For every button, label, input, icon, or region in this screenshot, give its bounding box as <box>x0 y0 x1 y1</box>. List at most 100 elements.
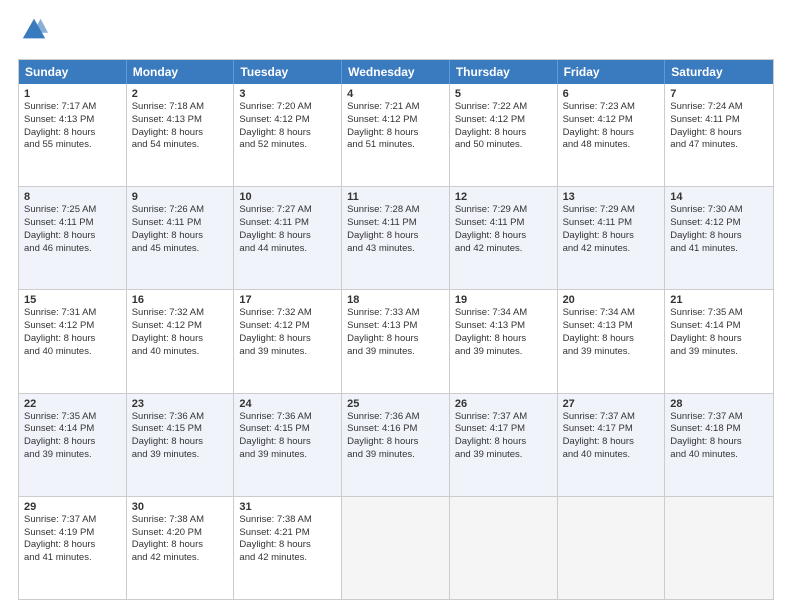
header-cell-sunday: Sunday <box>19 60 127 84</box>
header-cell-thursday: Thursday <box>450 60 558 84</box>
day-info: Sunrise: 7:24 AMSunset: 4:11 PMDaylight:… <box>670 101 768 152</box>
day-info: Sunrise: 7:17 AMSunset: 4:13 PMDaylight:… <box>24 101 121 152</box>
day-info: Sunrise: 7:28 AMSunset: 4:11 PMDaylight:… <box>347 204 444 255</box>
day-info: Sunrise: 7:36 AMSunset: 4:15 PMDaylight:… <box>239 411 336 462</box>
day-number: 7 <box>670 88 768 100</box>
cal-cell-day-29: 29Sunrise: 7:37 AMSunset: 4:19 PMDayligh… <box>19 497 127 599</box>
day-info: Sunrise: 7:18 AMSunset: 4:13 PMDaylight:… <box>132 101 229 152</box>
header-cell-saturday: Saturday <box>665 60 773 84</box>
cal-cell-day-26: 26Sunrise: 7:37 AMSunset: 4:17 PMDayligh… <box>450 394 558 496</box>
cal-cell-day-6: 6Sunrise: 7:23 AMSunset: 4:12 PMDaylight… <box>558 84 666 186</box>
cal-cell-empty <box>450 497 558 599</box>
day-number: 26 <box>455 398 552 410</box>
cal-row-1: 1Sunrise: 7:17 AMSunset: 4:13 PMDaylight… <box>19 84 773 186</box>
cal-cell-day-25: 25Sunrise: 7:36 AMSunset: 4:16 PMDayligh… <box>342 394 450 496</box>
day-info: Sunrise: 7:33 AMSunset: 4:13 PMDaylight:… <box>347 307 444 358</box>
cal-cell-day-10: 10Sunrise: 7:27 AMSunset: 4:11 PMDayligh… <box>234 187 342 289</box>
cal-cell-day-9: 9Sunrise: 7:26 AMSunset: 4:11 PMDaylight… <box>127 187 235 289</box>
day-number: 23 <box>132 398 229 410</box>
day-number: 25 <box>347 398 444 410</box>
day-info: Sunrise: 7:38 AMSunset: 4:20 PMDaylight:… <box>132 514 229 565</box>
day-number: 9 <box>132 191 229 203</box>
header-cell-wednesday: Wednesday <box>342 60 450 84</box>
logo <box>18 16 52 49</box>
day-info: Sunrise: 7:38 AMSunset: 4:21 PMDaylight:… <box>239 514 336 565</box>
header-cell-tuesday: Tuesday <box>234 60 342 84</box>
page: SundayMondayTuesdayWednesdayThursdayFrid… <box>0 0 792 612</box>
cal-cell-day-24: 24Sunrise: 7:36 AMSunset: 4:15 PMDayligh… <box>234 394 342 496</box>
cal-cell-day-1: 1Sunrise: 7:17 AMSunset: 4:13 PMDaylight… <box>19 84 127 186</box>
cal-cell-day-15: 15Sunrise: 7:31 AMSunset: 4:12 PMDayligh… <box>19 290 127 392</box>
cal-cell-empty <box>558 497 666 599</box>
day-number: 11 <box>347 191 444 203</box>
calendar-body: 1Sunrise: 7:17 AMSunset: 4:13 PMDaylight… <box>19 84 773 599</box>
cal-cell-day-16: 16Sunrise: 7:32 AMSunset: 4:12 PMDayligh… <box>127 290 235 392</box>
cal-row-2: 8Sunrise: 7:25 AMSunset: 4:11 PMDaylight… <box>19 186 773 289</box>
day-info: Sunrise: 7:31 AMSunset: 4:12 PMDaylight:… <box>24 307 121 358</box>
day-number: 12 <box>455 191 552 203</box>
cal-cell-day-19: 19Sunrise: 7:34 AMSunset: 4:13 PMDayligh… <box>450 290 558 392</box>
day-number: 30 <box>132 501 229 513</box>
day-number: 13 <box>563 191 660 203</box>
cal-cell-day-12: 12Sunrise: 7:29 AMSunset: 4:11 PMDayligh… <box>450 187 558 289</box>
logo-icon <box>20 16 48 44</box>
day-info: Sunrise: 7:32 AMSunset: 4:12 PMDaylight:… <box>239 307 336 358</box>
calendar-header: SundayMondayTuesdayWednesdayThursdayFrid… <box>19 60 773 84</box>
day-number: 1 <box>24 88 121 100</box>
day-info: Sunrise: 7:35 AMSunset: 4:14 PMDaylight:… <box>670 307 768 358</box>
day-info: Sunrise: 7:29 AMSunset: 4:11 PMDaylight:… <box>563 204 660 255</box>
day-info: Sunrise: 7:20 AMSunset: 4:12 PMDaylight:… <box>239 101 336 152</box>
day-number: 28 <box>670 398 768 410</box>
day-info: Sunrise: 7:34 AMSunset: 4:13 PMDaylight:… <box>563 307 660 358</box>
cal-cell-empty <box>342 497 450 599</box>
day-number: 18 <box>347 294 444 306</box>
day-number: 29 <box>24 501 121 513</box>
day-number: 6 <box>563 88 660 100</box>
day-number: 10 <box>239 191 336 203</box>
day-info: Sunrise: 7:21 AMSunset: 4:12 PMDaylight:… <box>347 101 444 152</box>
day-number: 20 <box>563 294 660 306</box>
cal-cell-day-31: 31Sunrise: 7:38 AMSunset: 4:21 PMDayligh… <box>234 497 342 599</box>
day-number: 16 <box>132 294 229 306</box>
day-info: Sunrise: 7:34 AMSunset: 4:13 PMDaylight:… <box>455 307 552 358</box>
cal-cell-day-23: 23Sunrise: 7:36 AMSunset: 4:15 PMDayligh… <box>127 394 235 496</box>
cal-cell-day-18: 18Sunrise: 7:33 AMSunset: 4:13 PMDayligh… <box>342 290 450 392</box>
cal-cell-day-5: 5Sunrise: 7:22 AMSunset: 4:12 PMDaylight… <box>450 84 558 186</box>
cal-cell-day-2: 2Sunrise: 7:18 AMSunset: 4:13 PMDaylight… <box>127 84 235 186</box>
day-number: 4 <box>347 88 444 100</box>
day-info: Sunrise: 7:36 AMSunset: 4:16 PMDaylight:… <box>347 411 444 462</box>
cal-cell-day-8: 8Sunrise: 7:25 AMSunset: 4:11 PMDaylight… <box>19 187 127 289</box>
cal-cell-day-3: 3Sunrise: 7:20 AMSunset: 4:12 PMDaylight… <box>234 84 342 186</box>
day-info: Sunrise: 7:30 AMSunset: 4:12 PMDaylight:… <box>670 204 768 255</box>
cal-cell-empty <box>665 497 773 599</box>
cal-cell-day-28: 28Sunrise: 7:37 AMSunset: 4:18 PMDayligh… <box>665 394 773 496</box>
day-info: Sunrise: 7:23 AMSunset: 4:12 PMDaylight:… <box>563 101 660 152</box>
day-info: Sunrise: 7:22 AMSunset: 4:12 PMDaylight:… <box>455 101 552 152</box>
day-number: 3 <box>239 88 336 100</box>
day-info: Sunrise: 7:26 AMSunset: 4:11 PMDaylight:… <box>132 204 229 255</box>
cal-cell-day-20: 20Sunrise: 7:34 AMSunset: 4:13 PMDayligh… <box>558 290 666 392</box>
day-info: Sunrise: 7:37 AMSunset: 4:17 PMDaylight:… <box>455 411 552 462</box>
day-number: 2 <box>132 88 229 100</box>
header <box>18 16 774 49</box>
cal-row-4: 22Sunrise: 7:35 AMSunset: 4:14 PMDayligh… <box>19 393 773 496</box>
day-number: 27 <box>563 398 660 410</box>
cal-cell-day-17: 17Sunrise: 7:32 AMSunset: 4:12 PMDayligh… <box>234 290 342 392</box>
cal-cell-day-4: 4Sunrise: 7:21 AMSunset: 4:12 PMDaylight… <box>342 84 450 186</box>
cal-cell-day-22: 22Sunrise: 7:35 AMSunset: 4:14 PMDayligh… <box>19 394 127 496</box>
day-number: 31 <box>239 501 336 513</box>
cal-cell-day-11: 11Sunrise: 7:28 AMSunset: 4:11 PMDayligh… <box>342 187 450 289</box>
day-number: 8 <box>24 191 121 203</box>
cal-cell-day-7: 7Sunrise: 7:24 AMSunset: 4:11 PMDaylight… <box>665 84 773 186</box>
cal-cell-day-21: 21Sunrise: 7:35 AMSunset: 4:14 PMDayligh… <box>665 290 773 392</box>
day-number: 22 <box>24 398 121 410</box>
header-cell-monday: Monday <box>127 60 235 84</box>
day-info: Sunrise: 7:29 AMSunset: 4:11 PMDaylight:… <box>455 204 552 255</box>
day-info: Sunrise: 7:32 AMSunset: 4:12 PMDaylight:… <box>132 307 229 358</box>
day-info: Sunrise: 7:37 AMSunset: 4:19 PMDaylight:… <box>24 514 121 565</box>
day-info: Sunrise: 7:36 AMSunset: 4:15 PMDaylight:… <box>132 411 229 462</box>
day-number: 19 <box>455 294 552 306</box>
cal-cell-day-13: 13Sunrise: 7:29 AMSunset: 4:11 PMDayligh… <box>558 187 666 289</box>
cal-row-5: 29Sunrise: 7:37 AMSunset: 4:19 PMDayligh… <box>19 496 773 599</box>
day-number: 5 <box>455 88 552 100</box>
